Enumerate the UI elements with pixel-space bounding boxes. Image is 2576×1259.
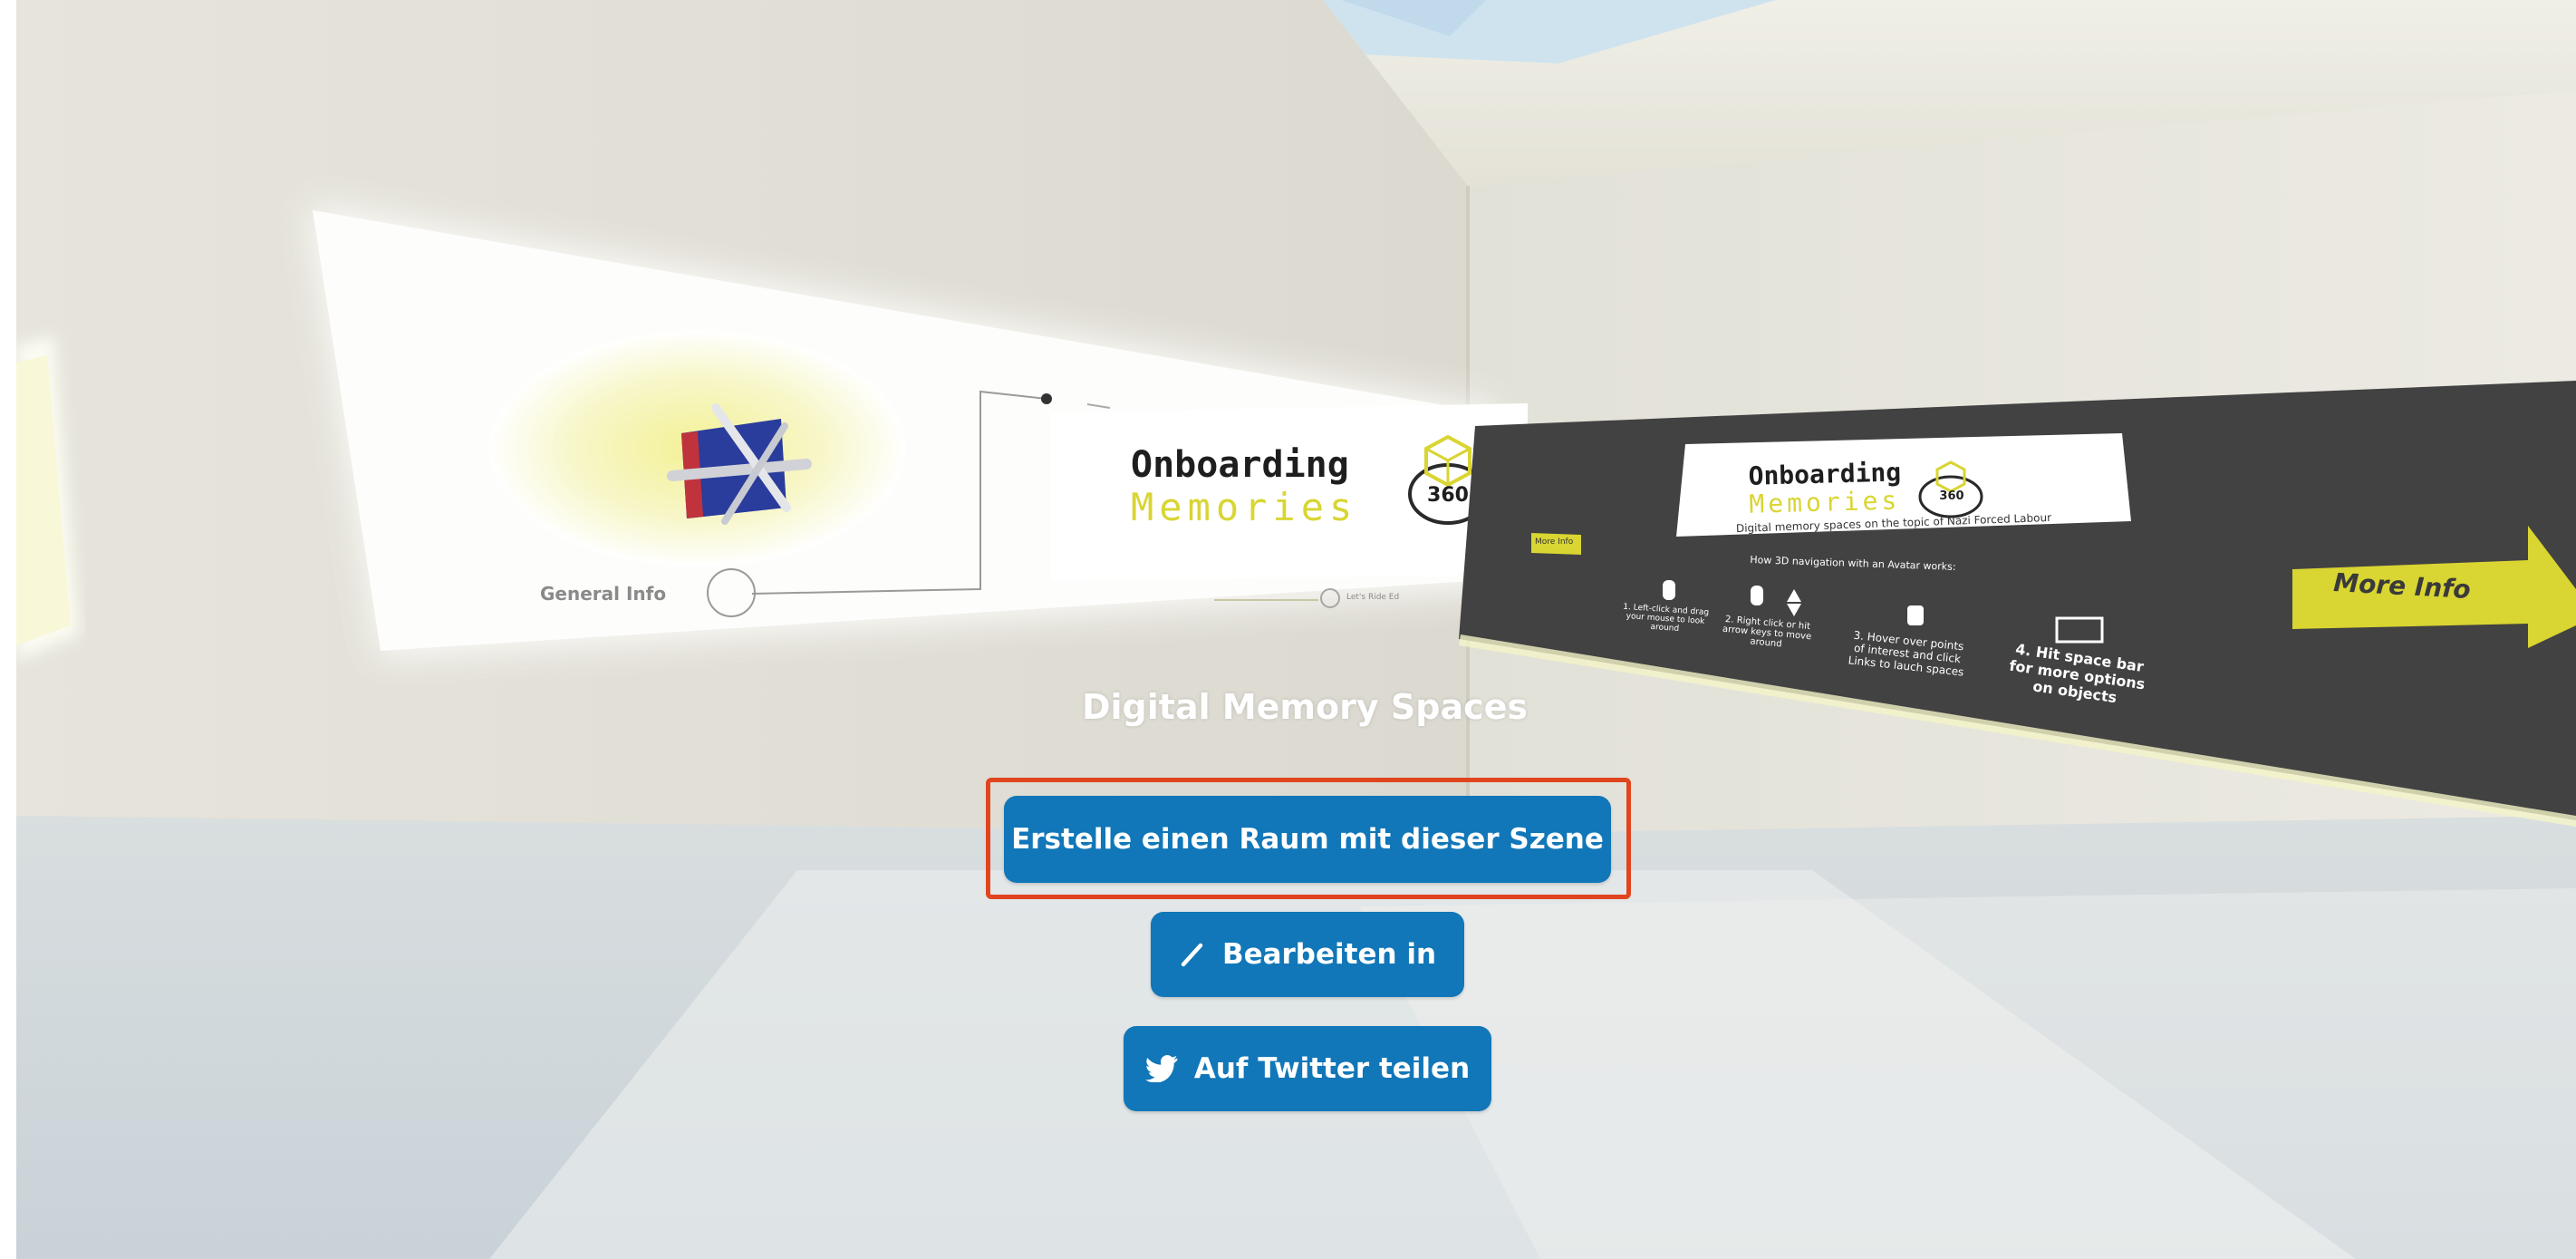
scene-title: Digital Memory Spaces [1081, 687, 1528, 727]
pencil-icon [1179, 941, 1206, 968]
edit-in-label: Bearbeiten in [1221, 938, 1437, 971]
create-room-button[interactable]: Erstelle einen Raum mit dieser Szene [1004, 796, 1611, 883]
twitter-bird-icon [1144, 1055, 1178, 1082]
edit-in-button[interactable]: Bearbeiten in [1151, 912, 1464, 997]
frame-left-border [0, 0, 16, 1259]
share-twitter-label: Auf Twitter teilen [1193, 1052, 1471, 1085]
create-room-label: Erstelle einen Raum mit dieser Szene [1011, 823, 1604, 856]
scene-viewport[interactable]: Onboarding Memories 360 General Info Let… [0, 0, 2576, 1259]
share-twitter-button[interactable]: Auf Twitter teilen [1124, 1026, 1491, 1111]
scene-preview-overlay: Digital Memory Spaces Erstelle einen Rau… [0, 0, 2576, 1259]
